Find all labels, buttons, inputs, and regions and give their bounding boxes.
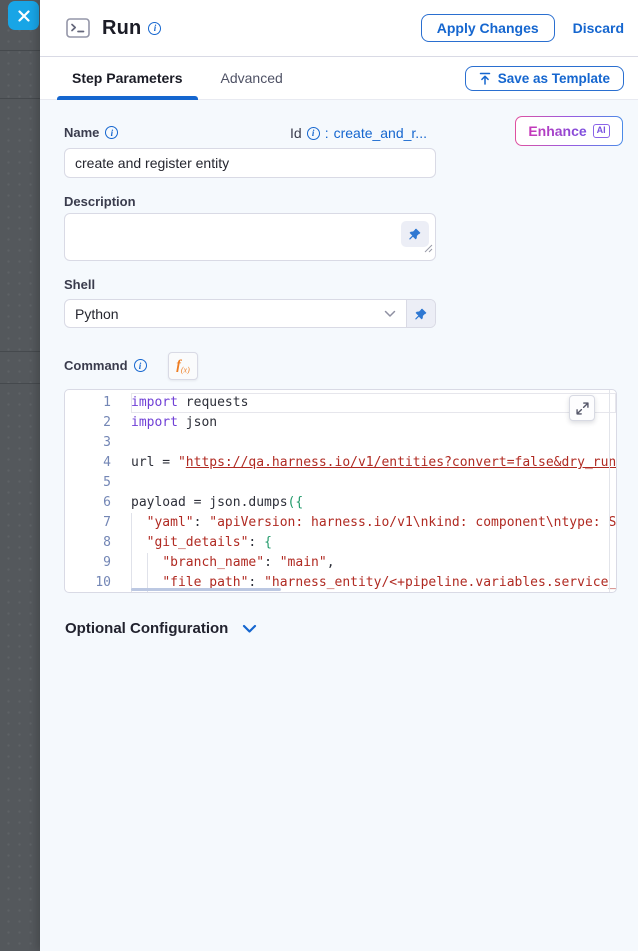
id-separator: :	[325, 125, 329, 141]
editor-overview-ruler	[609, 390, 610, 592]
shell-select-group: Python	[64, 299, 436, 328]
canvas-divider	[0, 50, 40, 51]
id-info-icon[interactable]: i	[307, 127, 320, 140]
id-value: create_and_r...	[334, 125, 427, 141]
code-line-content[interactable]: payload = json.dumps({	[131, 493, 616, 513]
expression-fx-button[interactable]: f(x)	[168, 352, 198, 380]
code-line-content[interactable]: url = "https://qa.harness.io/v1/entities…	[131, 453, 616, 473]
line-number: 2	[65, 413, 111, 433]
code-line[interactable]: 7 "yaml": "apiVersion: harness.io/v1\nki…	[65, 513, 616, 533]
tab-bar: Step Parameters Advanced Save as Templat…	[40, 57, 638, 100]
name-info-icon[interactable]: i	[105, 126, 118, 139]
name-input[interactable]	[64, 148, 436, 178]
enhance-label: Enhance	[528, 123, 586, 139]
code-line-content[interactable]: "branch_name": "main",	[131, 553, 616, 573]
canvas-divider	[0, 383, 40, 384]
line-number: 3	[65, 433, 111, 453]
command-info-icon[interactable]: i	[134, 359, 147, 372]
save-as-template-button[interactable]: Save as Template	[465, 66, 624, 91]
optional-configuration-toggle[interactable]: Optional Configuration	[65, 620, 257, 637]
canvas-divider	[0, 351, 40, 352]
optional-configuration-label: Optional Configuration	[65, 620, 228, 637]
pipeline-canvas-background	[0, 0, 40, 951]
tab-label: Step Parameters	[72, 70, 183, 86]
command-code-editor[interactable]: 1 import requests 2 import json 34 url = "htt…	[64, 389, 617, 593]
run-step-terminal-icon	[66, 18, 90, 38]
enhance-ai-button[interactable]: Enhance AI	[515, 116, 623, 146]
editor-horizontal-scrollbar[interactable]	[131, 588, 281, 591]
canvas-divider	[0, 98, 40, 99]
drawer-close-button[interactable]	[8, 1, 39, 30]
step-config-screen: Run i Apply Changes Discard Step Paramet…	[0, 0, 638, 951]
code-line[interactable]: 3	[65, 433, 616, 453]
code-line[interactable]: 9 "branch_name": "main",	[65, 553, 616, 573]
line-number: 8	[65, 533, 111, 553]
code-line[interactable]: 1 import requests	[65, 393, 616, 413]
line-number: 7	[65, 513, 111, 533]
tab-step-parameters[interactable]: Step Parameters	[64, 57, 191, 100]
ai-badge: AI	[593, 124, 610, 138]
indent-guide	[131, 553, 132, 573]
line-number: 10	[65, 573, 111, 593]
indent-guide	[147, 553, 148, 573]
line-number: 4	[65, 453, 111, 473]
code-line[interactable]: 8 "git_details": {	[65, 533, 616, 553]
line-number: 5	[65, 473, 111, 493]
close-icon	[18, 10, 30, 22]
line-number: 6	[65, 493, 111, 513]
pushpin-icon	[408, 227, 422, 241]
code-line-content[interactable]	[131, 473, 616, 493]
save-as-template-label: Save as Template	[498, 71, 610, 86]
indent-guide	[131, 533, 132, 553]
shell-select[interactable]: Python	[65, 300, 406, 327]
code-line[interactable]: 6 payload = json.dumps({	[65, 493, 616, 513]
step-parameters-panel: Name i Id i : create_and_r... Enhance AI…	[40, 100, 638, 951]
step-id: Id i : create_and_r...	[290, 125, 427, 141]
code-line-content[interactable]: "yaml": "apiVersion: harness.io/v1\nkind…	[131, 513, 616, 533]
code-line[interactable]: 4 url = "https://qa.harness.io/v1/entitie…	[65, 453, 616, 473]
line-number: 9	[65, 553, 111, 573]
indent-guide	[131, 513, 132, 533]
drawer-header: Run i Apply Changes Discard	[40, 0, 638, 57]
shell-label: Shell	[64, 277, 95, 292]
code-line[interactable]: 5	[65, 473, 616, 493]
shell-pin-button[interactable]	[406, 300, 435, 327]
code-line-content[interactable]	[131, 433, 616, 453]
description-label: Description	[64, 194, 136, 209]
tab-label: Advanced	[221, 70, 283, 86]
apply-changes-button[interactable]: Apply Changes	[421, 14, 555, 42]
code-line-content[interactable]: "git_details": {	[131, 533, 616, 553]
expand-editor-button[interactable]	[569, 395, 595, 421]
chevron-down-icon	[242, 624, 257, 634]
upload-icon	[479, 72, 491, 85]
name-label: Name i	[64, 125, 118, 140]
pushpin-icon	[414, 307, 428, 321]
code-lines: 1 import requests 2 import json 34 url = "htt…	[65, 393, 616, 593]
line-number: 1	[65, 393, 111, 413]
chevron-down-icon	[384, 310, 396, 318]
code-line[interactable]: 2 import json	[65, 413, 616, 433]
command-label: Command i	[64, 358, 147, 373]
discard-button[interactable]: Discard	[573, 20, 624, 36]
step-config-drawer: Run i Apply Changes Discard Step Paramet…	[40, 0, 638, 951]
code-line-content[interactable]: import json	[131, 413, 616, 433]
resize-handle[interactable]	[424, 240, 433, 258]
description-textarea[interactable]	[64, 213, 436, 261]
page-title: Run	[102, 17, 141, 40]
step-info-icon[interactable]: i	[148, 22, 161, 35]
tab-advanced[interactable]: Advanced	[213, 57, 291, 100]
id-label: Id	[290, 125, 302, 141]
shell-selected-value: Python	[75, 306, 119, 322]
code-line-content[interactable]: import requests	[131, 393, 616, 413]
active-tab-indicator	[57, 96, 198, 100]
